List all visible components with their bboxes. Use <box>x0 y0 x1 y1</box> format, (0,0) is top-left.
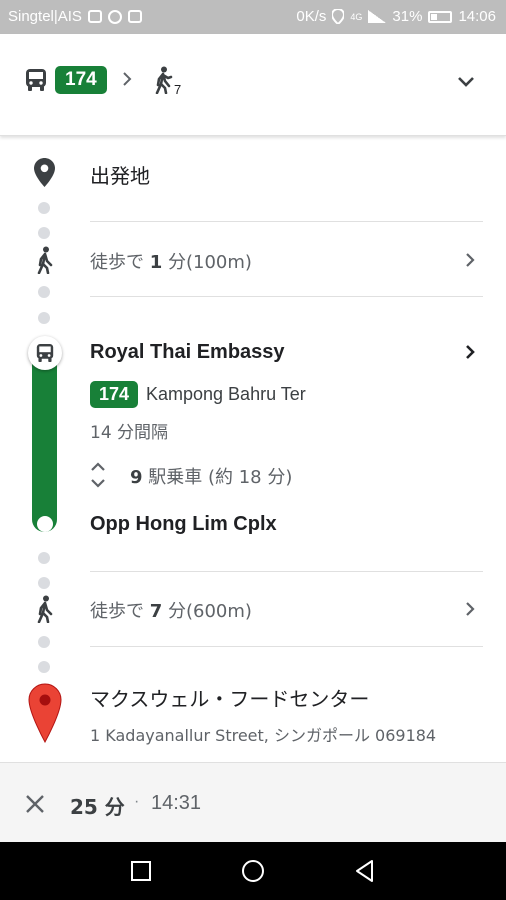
walk-minutes: 1 <box>149 252 163 273</box>
destination-name: マクスウェル・フードセンター <box>90 687 370 711</box>
separator: · <box>134 793 140 810</box>
walk-prefix: 徒歩で <box>90 601 150 622</box>
timeline-dot <box>38 661 50 673</box>
walk-step-1[interactable]: 徒歩で 1 分(100m) <box>0 224 506 294</box>
recent-apps-icon[interactable] <box>126 856 156 886</box>
home-icon[interactable] <box>238 856 268 886</box>
divider <box>90 646 483 647</box>
timeline-dot <box>38 552 50 564</box>
walk-step-1-text: 徒歩で 1 分(100m) <box>90 248 252 274</box>
boarding-stop-marker <box>28 336 62 370</box>
network-type: 4G <box>350 11 363 22</box>
walk-count: 7 <box>174 82 182 97</box>
clock: 14:06 <box>458 8 496 25</box>
bus-icon <box>26 69 46 91</box>
sync-icon <box>107 9 122 24</box>
walk-icon <box>37 246 53 274</box>
expand-collapse-icon <box>91 462 105 488</box>
timeline-dot <box>38 312 50 324</box>
walk-step-2-text: 徒歩で 7 分(600m) <box>90 597 252 623</box>
system-nav-bar <box>0 842 506 900</box>
trip-duration: 25 分 <box>70 795 125 819</box>
location-icon <box>332 9 345 24</box>
route-number-badge: 174 <box>55 66 107 94</box>
ride-duration: 駅乗車 (約 18 分) <box>142 467 293 488</box>
bus-icon <box>36 344 54 362</box>
headsign-label: Kampong Bahru Ter <box>146 384 306 404</box>
alighting-stop-name[interactable]: Opp Hong Lim Cplx <box>90 513 277 536</box>
route-number-badge: 174 <box>90 381 139 408</box>
chevron-right-icon <box>123 72 132 86</box>
walk-suffix: 分(100m) <box>162 252 252 273</box>
divider <box>90 296 483 297</box>
destination-address: 1 Kadayanallur Street, シンガポール 069184 <box>90 726 437 745</box>
divider <box>90 221 483 222</box>
chevron-down-icon[interactable] <box>452 70 480 94</box>
walk-step-2[interactable]: 徒歩で 7 分(600m) <box>0 574 506 644</box>
stop-count: 9 <box>130 467 143 488</box>
image-notification-icon <box>127 10 142 23</box>
divider <box>90 571 483 572</box>
timeline-dot <box>38 202 50 214</box>
alighting-stop-marker <box>37 516 53 532</box>
walk-icon <box>155 66 173 94</box>
signal-icon <box>368 10 387 23</box>
destination-pin-icon <box>28 683 62 743</box>
close-icon[interactable] <box>20 789 50 819</box>
walk-icon <box>37 595 53 623</box>
battery-percent: 31% <box>392 8 423 25</box>
arrival-time: 14:31 <box>151 792 202 814</box>
trip-summary-bar: 25 分 · 14:31 <box>0 762 506 842</box>
battery-icon <box>428 10 453 23</box>
walk-prefix: 徒歩で <box>90 252 150 273</box>
carrier-label: Singtel|AIS <box>8 8 82 25</box>
origin-label: 出発地 <box>90 164 150 188</box>
boarding-stop-name[interactable]: Royal Thai Embassy <box>90 341 285 364</box>
walk-suffix: 分(600m) <box>162 601 252 622</box>
back-icon[interactable] <box>350 856 380 886</box>
transit-line <box>32 355 57 532</box>
chevron-right-icon <box>466 253 475 267</box>
network-speed: 0K/s <box>296 8 327 25</box>
walk-minutes: 7 <box>149 601 163 622</box>
frequency-label: 14 分間隔 <box>90 423 169 443</box>
chevron-right-icon[interactable] <box>462 342 478 362</box>
route-summary-header[interactable]: 174 7 <box>0 34 506 136</box>
status-bar: Singtel|AIS 0K/s 4G 31% 14:06 <box>0 0 506 34</box>
bus-notification-icon <box>87 10 102 23</box>
ride-stops-text: 9 駅乗車 (約 18 分) <box>130 463 292 489</box>
origin-pin-icon <box>34 158 55 187</box>
chevron-right-icon <box>466 602 475 616</box>
